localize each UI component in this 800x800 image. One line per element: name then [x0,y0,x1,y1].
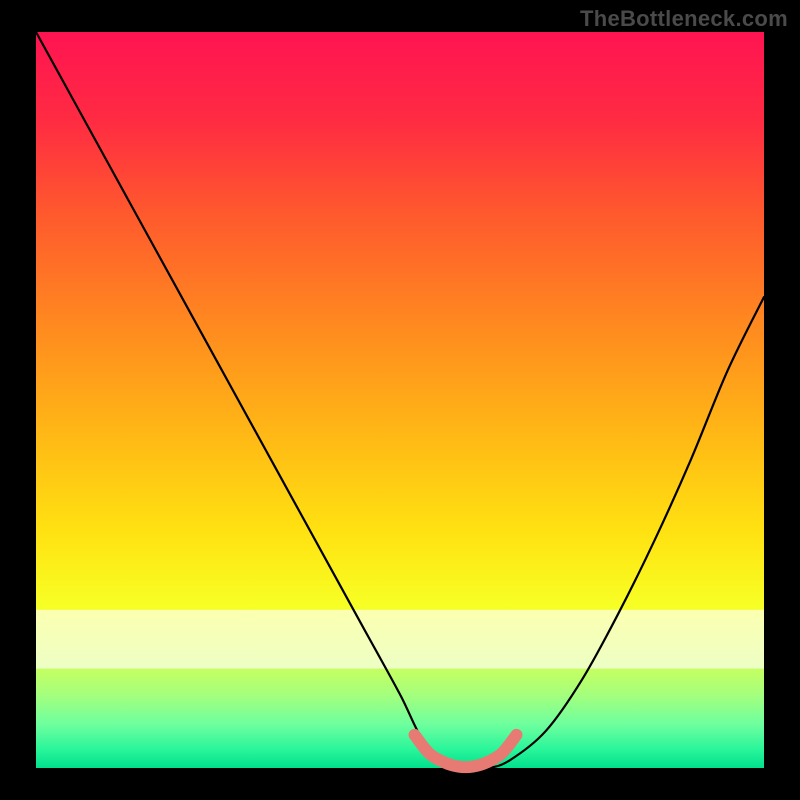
bottleneck-chart [0,0,800,800]
chart-frame: TheBottleneck.com [0,0,800,800]
watermark-text: TheBottleneck.com [580,6,788,32]
pale-band [36,610,764,669]
